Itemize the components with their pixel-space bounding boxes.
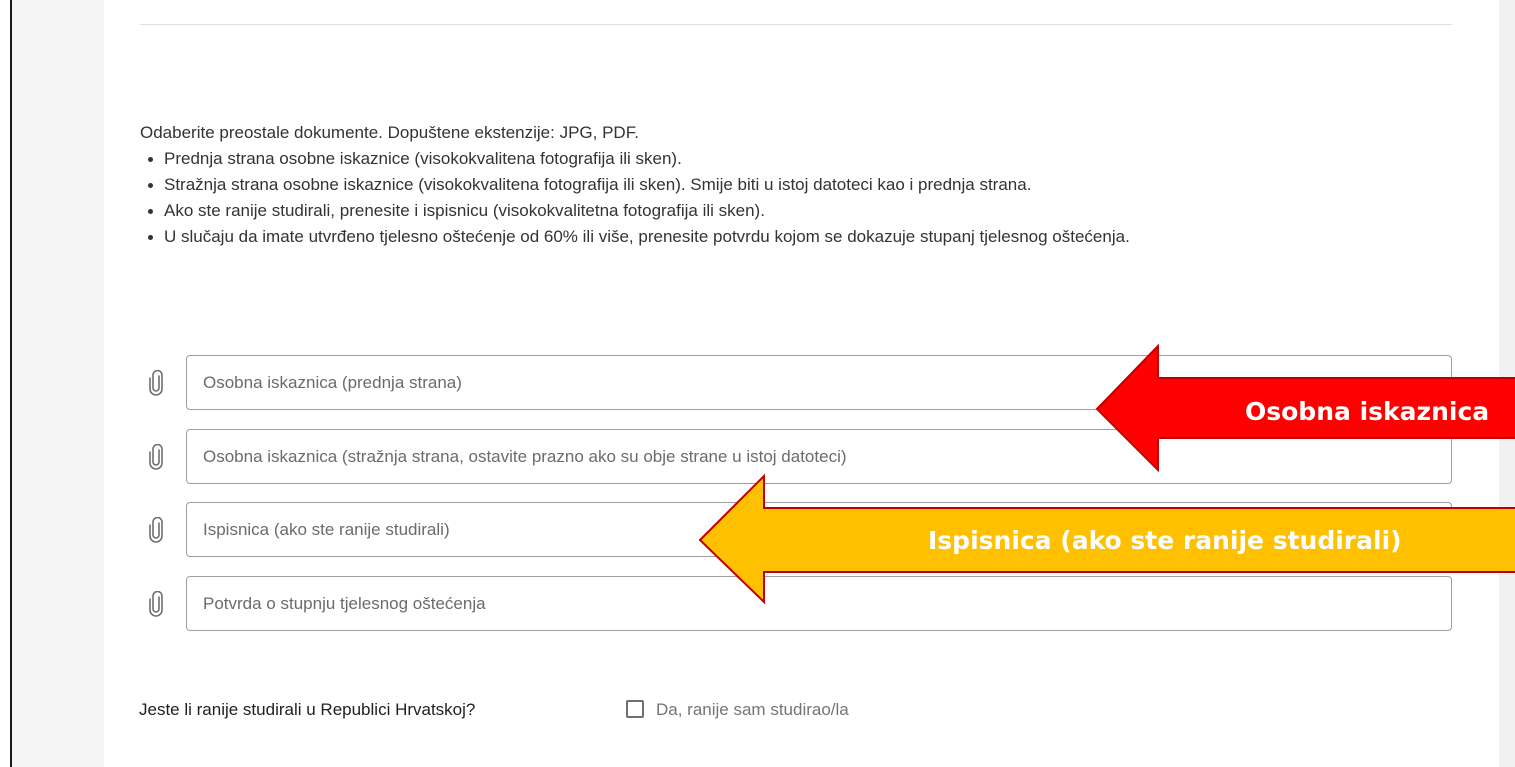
paperclip-icon[interactable] [146, 369, 166, 396]
section-divider [140, 24, 1452, 25]
upload-row-id-back: Osobna iskaznica (stražnja strana, ostav… [140, 429, 1454, 486]
previous-study-checkbox[interactable] [626, 700, 644, 718]
instructions-list: Prednja strana osobne iskaznice (visokok… [140, 146, 1440, 250]
instruction-item: Ako ste ranije studirali, prenesite i is… [148, 198, 1440, 224]
instructions-intro: Odaberite preostale dokumente. Dopuštene… [140, 123, 639, 142]
yellow-arrow-label: Ispisnica (ako ste ranije studirali) [928, 526, 1402, 555]
instruction-item: Prednja strana osobne iskaznice (visokok… [148, 146, 1440, 172]
paperclip-icon[interactable] [146, 443, 166, 470]
upload-instructions: Odaberite preostale dokumente. Dopuštene… [140, 120, 1440, 250]
instruction-item: U slučaju da imate utvrđeno tjelesno ošt… [148, 224, 1440, 250]
red-arrow-label: Osobna iskaznica [1245, 397, 1490, 426]
paperclip-icon[interactable] [146, 590, 166, 617]
disability-certificate-file-input[interactable]: Potvrda o stupnju tjelesnog oštećenja [186, 576, 1452, 631]
paperclip-icon[interactable] [146, 516, 166, 543]
previous-study-question: Jeste li ranije studirali u Republici Hr… [139, 700, 476, 719]
previous-study-checkbox-label[interactable]: Da, ranije sam studirao/la [656, 700, 849, 720]
scrollbar-track[interactable] [1499, 0, 1515, 767]
id-back-file-input[interactable]: Osobna iskaznica (stražnja strana, ostav… [186, 429, 1452, 484]
instruction-item: Stražnja strana osobne iskaznice (visoko… [148, 172, 1440, 198]
upload-row-disability: Potvrda o stupnju tjelesnog oštećenja [140, 576, 1454, 633]
